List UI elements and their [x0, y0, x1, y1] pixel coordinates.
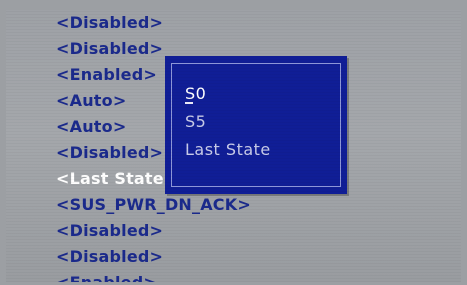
- setting-value-text: <Disabled>: [56, 247, 164, 266]
- option-label: S5: [185, 112, 207, 131]
- setting-value-text: <Disabled>: [56, 221, 164, 240]
- option-s5[interactable]: S5: [185, 108, 271, 136]
- setting-value-text: <Enabled>: [56, 65, 157, 84]
- setting-value-text: <Enabled>: [56, 273, 157, 282]
- popup-options-list: S0 S5 Last State: [185, 80, 271, 164]
- setting-value[interactable]: <Disabled>: [56, 10, 251, 36]
- setting-value[interactable]: <Disabled>: [56, 218, 251, 244]
- setting-value[interactable]: <Enabled>: [56, 270, 251, 282]
- setting-value-text: <SUS_PWR_DN_ACK>: [56, 195, 251, 214]
- option-label: S0: [185, 84, 207, 104]
- setting-value-text: <Disabled>: [56, 13, 164, 32]
- setting-value-text: <Disabled>: [56, 39, 164, 58]
- options-popup: S0 S5 Last State: [165, 56, 347, 194]
- option-last-state[interactable]: Last State: [185, 136, 271, 164]
- setting-value[interactable]: <Disabled>: [56, 244, 251, 270]
- setting-value[interactable]: <SUS_PWR_DN_ACK>: [56, 192, 251, 218]
- option-s0[interactable]: S0: [185, 80, 271, 108]
- option-label: Last State: [185, 140, 271, 159]
- setting-value-text: <Disabled>: [56, 143, 164, 162]
- setting-value-text: <Auto>: [56, 117, 127, 136]
- setting-value-text: <Last State: [56, 169, 164, 188]
- setting-value-text: <Auto>: [56, 91, 127, 110]
- bios-setup-screen: <Disabled> <Disabled> <Enabled> <Auto> <…: [6, 10, 461, 282]
